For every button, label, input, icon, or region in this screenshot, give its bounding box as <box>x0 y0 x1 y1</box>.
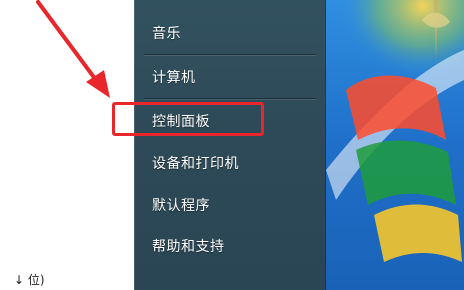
program-list-pane: ↓ 位) <box>0 0 134 290</box>
menu-item-label: 默认程序 <box>152 198 210 214</box>
start-menu-right-pane: 音乐 计算机 控制面板 设备和打印机 默认程序 帮助和支持 <box>134 0 327 290</box>
menu-item-label: 计算机 <box>152 70 196 86</box>
partial-label: ↓ 位) <box>14 273 45 287</box>
menu-item-devices-printers[interactable]: 设备和打印机 <box>134 147 326 177</box>
desktop-wallpaper <box>326 0 464 290</box>
menu-item-computer[interactable]: 计算机 <box>134 61 326 91</box>
menu-item-default-programs[interactable]: 默认程序 <box>134 189 326 219</box>
menu-separator <box>144 54 316 56</box>
menu-item-label: 设备和打印机 <box>152 156 239 172</box>
highlight-box <box>112 102 264 136</box>
menu-item-label: 帮助和支持 <box>152 239 225 255</box>
menu-item-music[interactable]: 音乐 <box>134 17 326 47</box>
windows-wallpaper-icon <box>326 0 464 290</box>
menu-separator <box>144 98 316 100</box>
menu-item-label: 音乐 <box>152 26 181 42</box>
menu-item-help-support[interactable]: 帮助和支持 <box>134 230 326 260</box>
